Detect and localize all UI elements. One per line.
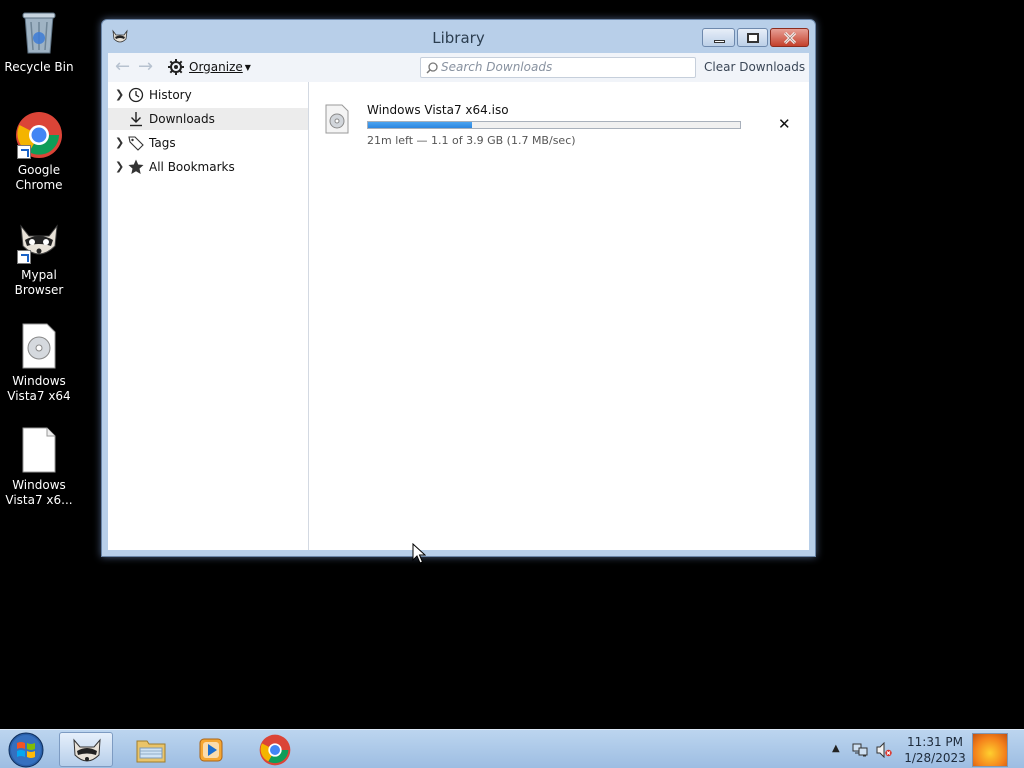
desktop-icon-label: Windows Vista7 x64 (7, 374, 71, 403)
sidebar-item-downloads[interactable]: Downloads (108, 108, 308, 130)
download-icon (130, 112, 142, 127)
expand-chevron-icon[interactable]: ❯ (115, 84, 124, 106)
forward-arrow-icon[interactable]: → (138, 57, 153, 77)
show-hidden-icons-icon[interactable]: ▲ (832, 743, 848, 759)
close-icon (783, 31, 797, 45)
gear-icon (168, 59, 184, 75)
mouse-cursor-icon (412, 543, 426, 564)
start-button[interactable] (6, 731, 46, 768)
show-desktop-button[interactable] (972, 733, 1008, 767)
organize-label: Organize (189, 60, 243, 74)
tag-icon (128, 136, 144, 151)
search-input[interactable]: Search Downloads (420, 57, 696, 78)
maximize-button[interactable] (737, 28, 768, 47)
sidebar-item-history[interactable]: ❯ History (108, 84, 308, 106)
sidebar-item-all-bookmarks[interactable]: ❯ All Bookmarks (108, 156, 308, 178)
sidebar-item-tags[interactable]: ❯ Tags (108, 132, 308, 154)
raccoon-icon (73, 738, 101, 762)
folder-icon (136, 740, 166, 763)
clock-icon (128, 87, 144, 103)
chrome-icon (15, 111, 63, 159)
disc-image-file-icon (15, 322, 63, 370)
dropdown-caret-icon: ▼ (244, 62, 251, 72)
blank-file-icon (15, 426, 63, 474)
back-arrow-icon[interactable]: ← (115, 57, 130, 77)
maximize-icon (747, 33, 759, 43)
organize-menu-button[interactable]: Organize ▼ (168, 57, 251, 77)
taskbar-button-chrome[interactable] (248, 732, 302, 767)
sidebar-item-label: History (149, 88, 192, 102)
disc-image-file-icon (325, 104, 349, 134)
clock-date: 1/28/2023 (904, 751, 966, 765)
desktop-icon-mypal-browser[interactable]: Mypal Browser (1, 216, 77, 298)
shortcut-arrow-icon (17, 250, 31, 264)
sidebar-item-label: Downloads (149, 112, 215, 126)
download-file-name: Windows Vista7 x64.iso (367, 103, 509, 117)
desktop-icon-google-chrome[interactable]: Google Chrome (1, 111, 77, 193)
desktop-icon-recycle-bin[interactable]: Recycle Bin (1, 8, 77, 75)
minimize-icon (714, 40, 725, 43)
desktop-icon-partial-file[interactable]: Windows Vista7 x6... (1, 426, 77, 508)
sidebar-item-label: Tags (149, 136, 176, 150)
desktop-icon-label: Recycle Bin (4, 60, 74, 74)
network-icon[interactable] (852, 742, 868, 758)
search-placeholder: Search Downloads (441, 60, 553, 74)
minimize-button[interactable] (702, 28, 735, 47)
star-icon (128, 159, 144, 174)
expand-chevron-icon[interactable]: ❯ (115, 156, 124, 178)
taskbar: ▲ 11:31 PM 1/28/2023 (0, 729, 1024, 768)
raccoon-icon (15, 216, 63, 264)
download-progress-fill (368, 122, 473, 128)
media-player-icon (199, 738, 223, 762)
desktop-icon-label: Google Chrome (15, 163, 63, 192)
taskbar-button-media-player[interactable] (184, 732, 238, 767)
desktop-icon-label: Windows Vista7 x6... (5, 478, 73, 507)
taskbar-clock[interactable]: 11:31 PM 1/28/2023 (900, 734, 970, 766)
chrome-icon (259, 734, 291, 766)
cancel-download-icon[interactable]: ✕ (778, 115, 791, 133)
toolbar: ← → Organize ▼ Search Downloads Clear Do… (108, 53, 809, 82)
taskbar-button-explorer[interactable] (124, 732, 178, 767)
download-progress-bar (367, 121, 741, 129)
clock-time: 11:31 PM (907, 735, 963, 749)
library-window: Library ← → Organize ▼ Search Downloads … (101, 19, 816, 557)
close-button[interactable] (770, 28, 809, 47)
windows-logo-icon (8, 732, 44, 768)
download-item[interactable]: Windows Vista7 x64.iso 21m left — 1.1 of… (324, 100, 804, 150)
clear-downloads-button[interactable]: Clear Downloads (704, 57, 805, 77)
sidebar-item-label: All Bookmarks (149, 160, 235, 174)
volume-muted-icon[interactable] (876, 742, 892, 758)
desktop-icon-iso-file[interactable]: Windows Vista7 x64 (1, 322, 77, 404)
shortcut-arrow-icon (17, 145, 31, 159)
title-bar[interactable]: Library (102, 20, 815, 50)
taskbar-button-mypal[interactable] (59, 732, 113, 767)
recycle-bin-icon (15, 8, 63, 56)
library-content: ❯ History Downloads ❯ Tags ❯ All Bookmar… (108, 82, 809, 550)
desktop-icon-label: Mypal Browser (14, 268, 64, 297)
library-sidebar: ❯ History Downloads ❯ Tags ❯ All Bookmar… (108, 82, 309, 550)
download-status: 21m left — 1.1 of 3.9 GB (1.7 MB/sec) (367, 134, 576, 147)
search-icon (426, 62, 438, 74)
expand-chevron-icon[interactable]: ❯ (115, 132, 124, 154)
